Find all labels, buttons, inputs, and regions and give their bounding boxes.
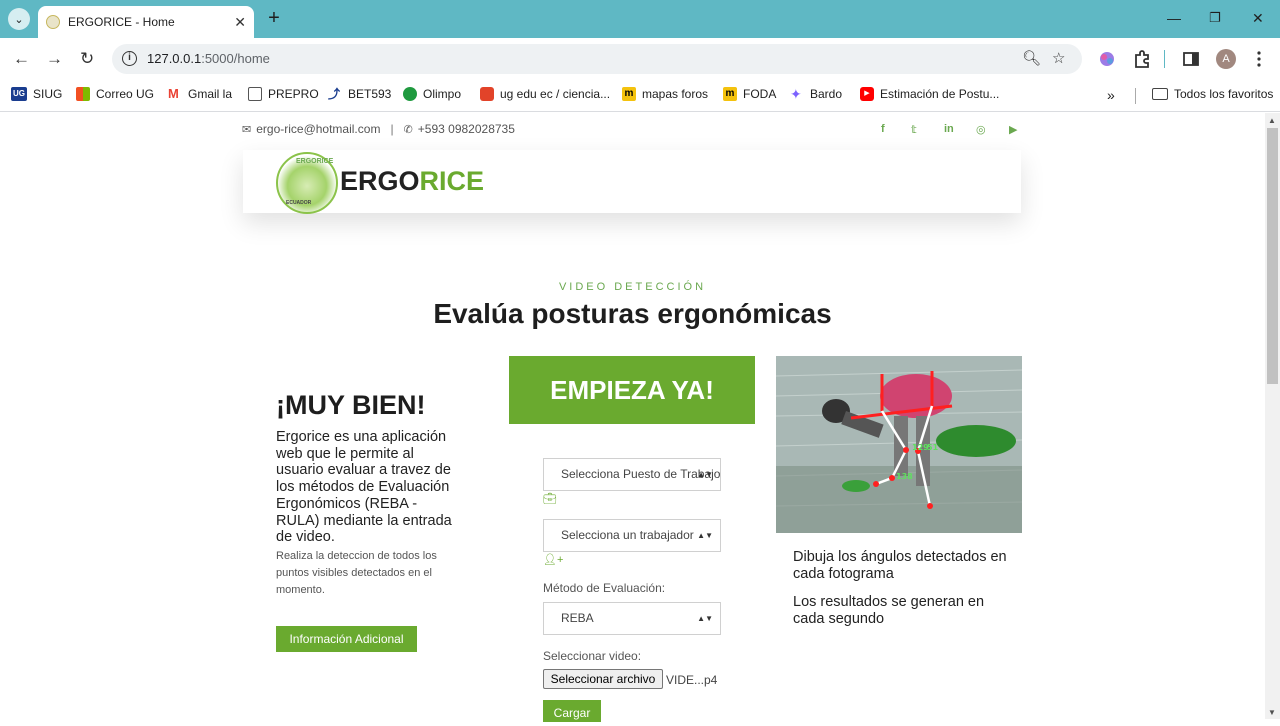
gmail-icon: M xyxy=(168,86,179,101)
ergorice-logo[interactable]: ERGORICE ECUADOR xyxy=(276,152,338,214)
menu-kebab-icon[interactable] xyxy=(1250,50,1268,68)
sparkle-icon: ✦ xyxy=(790,86,802,102)
method-select[interactable]: REBA ▲▼ xyxy=(543,602,721,635)
all-bookmarks-folder[interactable]: Todos los favoritos xyxy=(1152,87,1273,101)
bookmark-prepro[interactable]: PREPRO xyxy=(248,87,319,101)
tab-active[interactable]: ERGORICE - Home ✕ xyxy=(38,6,254,38)
bookmarks-overflow-icon[interactable]: » xyxy=(1107,87,1115,103)
tab-close-icon[interactable]: ✕ xyxy=(234,14,246,31)
method-label: Método de Evaluación: xyxy=(543,581,666,595)
contact-bar: ✉ ergo-rice@hotmail.com | ✆ +593 0982028… xyxy=(242,122,515,136)
briefcase-icon: 💼︎ xyxy=(543,493,557,505)
youtube-social-icon[interactable]: ▶ xyxy=(1009,123,1017,136)
video-label: Seleccionar video: xyxy=(543,649,642,663)
feature-text-2: Los resultados se generan en cada segund… xyxy=(793,594,985,627)
minimize-icon[interactable]: — xyxy=(1167,10,1181,26)
bookmarks-divider xyxy=(1135,88,1136,104)
scroll-down-arrow-icon[interactable]: ▼ xyxy=(1268,708,1276,717)
section-eyebrow: VIDEO DETECCIÓN xyxy=(558,281,707,293)
gitlab-icon xyxy=(480,87,494,101)
address-bar[interactable]: i 127.0.0.1:5000/home 🔍︎ ☆ xyxy=(112,44,1082,74)
intro-column: ¡MUY BIEN! Ergorice es una aplicación we… xyxy=(276,390,456,599)
url-text[interactable]: 127.0.0.1:5000/home xyxy=(147,51,270,66)
brand-wordmark[interactable]: ERGORICE xyxy=(340,166,484,197)
bookmarks-bar: UG SIUG Correo UG M Gmail la PREPRO ⤴ BET59… xyxy=(0,80,1280,112)
contact-separator: | xyxy=(390,122,394,136)
bookmark-ug-edu[interactable]: ug edu ec / ciencia... xyxy=(480,87,610,101)
forward-icon[interactable]: → xyxy=(46,50,63,68)
scrollbar-thumb[interactable] xyxy=(1267,128,1278,384)
bookmark-mapas-foros[interactable]: m mapas foros xyxy=(622,87,708,101)
tab-strip: ⌄ ERGORICE - Home ✕ + — ❐ ✕ xyxy=(0,0,1280,38)
worker-select[interactable]: Selecciona un trabajador ▲▼ xyxy=(543,519,721,552)
back-icon[interactable]: ← xyxy=(13,50,30,68)
bookmark-bet593[interactable]: ⤴ BET593 xyxy=(328,87,391,101)
page-icon xyxy=(248,87,262,101)
angle-label: 138 xyxy=(896,472,913,481)
folder-icon xyxy=(1152,88,1168,100)
microsoft-icon xyxy=(76,87,90,101)
twitter-icon[interactable]: 𝕥 xyxy=(911,123,917,136)
more-info-button[interactable]: Información Adicional xyxy=(276,626,417,652)
selected-file-name: VIDE...p4 xyxy=(666,673,718,687)
intro-heading: ¡MUY BIEN! xyxy=(276,390,426,420)
olimpo-icon xyxy=(403,87,417,101)
ug-logo-icon: UG xyxy=(11,87,27,101)
select-arrows-icon: ▲▼ xyxy=(697,614,713,623)
zoom-icon[interactable]: 🔍︎ xyxy=(1022,49,1041,67)
select-arrows-icon: ▲▼ xyxy=(697,531,713,540)
pose-detection-illustration: 129 51 138 xyxy=(776,356,1022,533)
site-header: ERGORICE ECUADOR ERGORICE xyxy=(243,150,1021,214)
contact-phone[interactable]: +593 0982028735 xyxy=(418,122,515,136)
instagram-icon[interactable]: ◎ xyxy=(976,123,986,136)
bookmark-olimpo[interactable]: Olimpo xyxy=(403,87,461,101)
bet-icon: ⤴ xyxy=(328,87,341,101)
extensions-puzzle-icon[interactable] xyxy=(1133,50,1151,68)
intro-note: Realiza la deteccion de todos los puntos… xyxy=(276,549,437,596)
bookmark-foda[interactable]: m FODA xyxy=(723,87,776,101)
side-panel-icon[interactable] xyxy=(1182,50,1200,68)
browser-toolbar: ← → ↻ i 127.0.0.1:5000/home 🔍︎ ☆ xyxy=(0,38,1280,80)
envelope-icon: ✉ xyxy=(242,123,252,136)
start-button[interactable]: EMPIEZA YA! xyxy=(509,356,755,424)
feature-text-1: Dibuja los ángulos detectados en cada fo… xyxy=(793,549,1007,582)
site-favicon-icon xyxy=(46,15,60,29)
intro-description: Ergorice es una aplicación web que le pe… xyxy=(276,429,452,546)
features-column: Dibuja los ángulos detectados en cada fo… xyxy=(793,549,1013,639)
profile-avatar[interactable]: A xyxy=(1216,49,1236,69)
facebook-icon[interactable]: f xyxy=(881,123,885,135)
tab-search-button[interactable]: ⌄ xyxy=(8,8,30,30)
page-title: Evalúa posturas ergonómicas xyxy=(433,298,832,329)
miro-icon: m xyxy=(723,87,737,101)
new-tab-button[interactable]: + xyxy=(264,8,284,30)
extension-brain-icon[interactable] xyxy=(1098,50,1116,68)
scroll-up-arrow-icon[interactable]: ▲ xyxy=(1268,116,1276,125)
bookmark-star-icon[interactable]: ☆ xyxy=(1052,49,1065,67)
chevron-down-icon: ⌄ xyxy=(14,13,24,26)
select-arrows-icon: ▲▼ xyxy=(697,470,713,479)
window-close-icon[interactable]: ✕ xyxy=(1252,10,1264,27)
choose-file-button[interactable]: Seleccionar archivo xyxy=(543,669,663,689)
workstation-select[interactable]: Selecciona Puesto de Trabajo ▲▼ xyxy=(543,458,721,491)
tab-title: ERGORICE - Home xyxy=(68,15,175,29)
youtube-icon: ▶ xyxy=(860,87,874,101)
reload-icon[interactable]: ↻ xyxy=(80,50,94,68)
bookmark-gmail[interactable]: M Gmail la xyxy=(168,86,232,102)
angle-label: 51 xyxy=(927,443,939,452)
bookmark-correo-ug[interactable]: Correo UG xyxy=(76,87,154,101)
pose-detection-image: 129 51 138 xyxy=(776,356,1022,533)
site-info-icon[interactable]: i xyxy=(122,51,137,66)
miro-icon: m xyxy=(622,87,636,101)
restore-icon[interactable]: ❐ xyxy=(1209,10,1221,26)
linkedin-icon[interactable]: in xyxy=(944,123,954,135)
bookmark-estimacion[interactable]: ▶ Estimación de Postu... xyxy=(860,87,999,101)
phone-icon: ✆ xyxy=(403,123,413,136)
toolbar-divider xyxy=(1164,50,1165,68)
contact-email[interactable]: ergo-rice@hotmail.com xyxy=(256,122,380,136)
bookmark-bardo[interactable]: ✦ Bardo xyxy=(790,87,842,101)
bookmark-siug[interactable]: UG SIUG xyxy=(11,87,62,101)
user-plus-icon: 👤︎+ xyxy=(543,554,564,566)
